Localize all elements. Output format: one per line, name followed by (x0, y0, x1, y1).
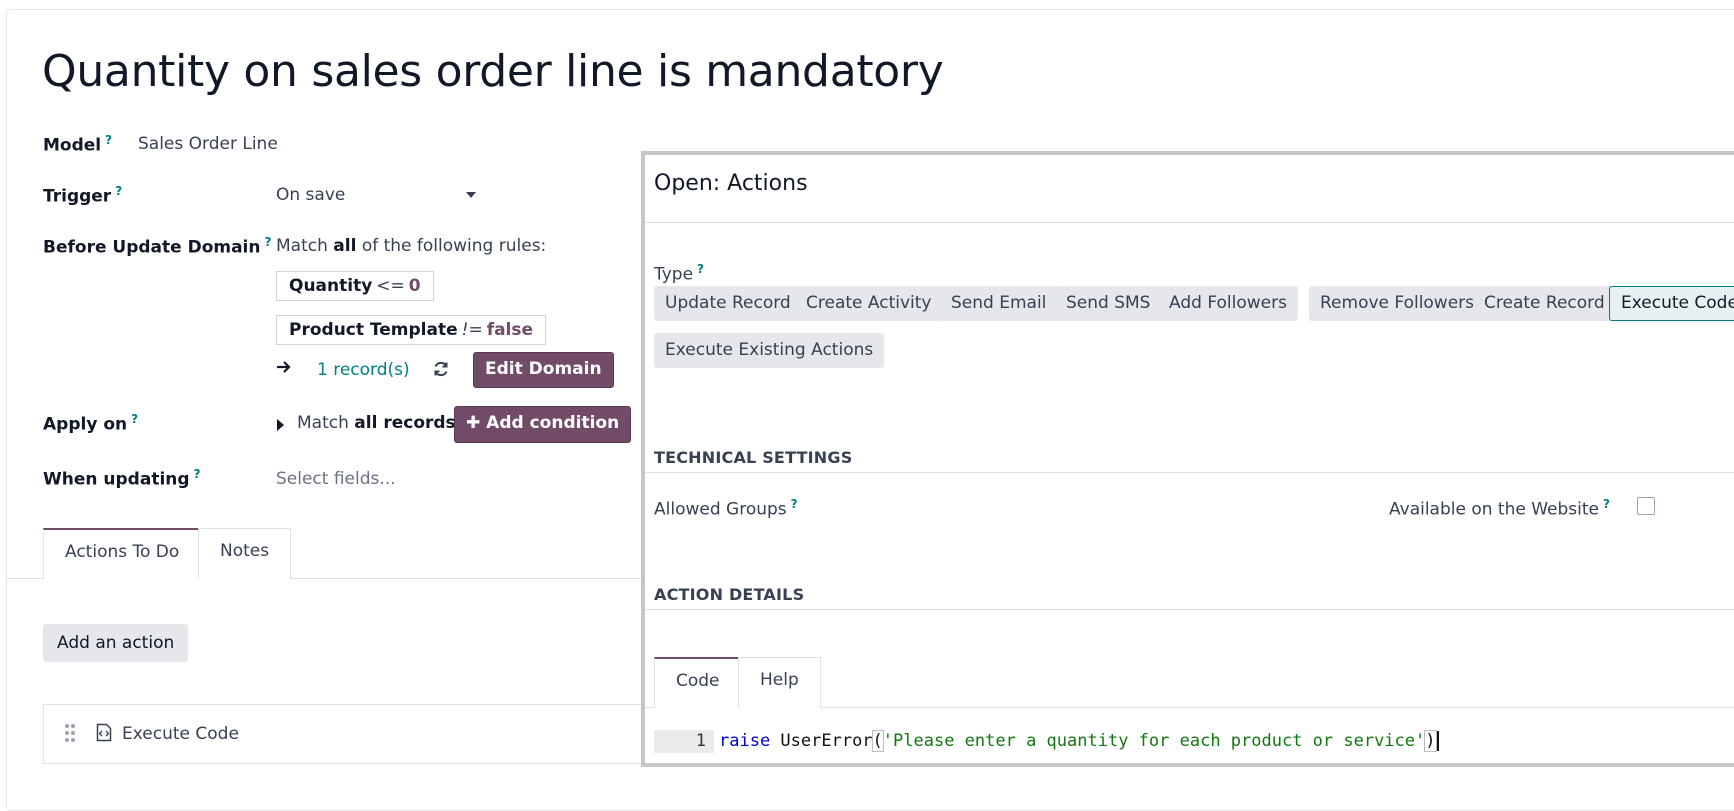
when-updating-input[interactable]: Select fields... (276, 469, 396, 489)
domain-rule[interactable]: Quantity <= 0 (276, 271, 434, 301)
allowed-groups-label: Allowed Groups? (654, 497, 798, 520)
plus-icon: ✚ (466, 413, 487, 433)
model-label: Model? (43, 133, 113, 156)
code-file-icon (96, 723, 112, 742)
technical-settings-heading: TECHNICAL SETTINGS (654, 448, 853, 467)
tab-help[interactable]: Help (738, 657, 821, 708)
domain-label: Before Update Domain? (43, 235, 272, 258)
code-line-number: 1 (654, 730, 714, 753)
tab-actions-to-do[interactable]: Actions To Do (43, 528, 202, 579)
type-update-record-button[interactable]: Update Record (654, 286, 802, 321)
help-icon[interactable]: ? (194, 467, 201, 481)
help-icon[interactable]: ? (697, 262, 704, 276)
available-website-checkbox[interactable] (1637, 497, 1655, 515)
tab-code[interactable]: Code (654, 657, 742, 708)
refresh-icon[interactable] (432, 360, 450, 378)
actions-dialog: Open: Actions Type? Update Record Create… (641, 151, 1734, 767)
code-editor[interactable]: raise UserError('Please enter a quantity… (719, 730, 1439, 752)
apply-on-match[interactable]: Match all records (297, 413, 456, 433)
dialog-header: Open: Actions (645, 155, 1734, 223)
type-send-email-button[interactable]: Send Email (940, 286, 1058, 321)
add-condition-button[interactable]: ✚ Add condition (454, 406, 632, 443)
when-updating-label: When updating? (43, 467, 201, 490)
available-website-label: Available on the Website? (1389, 497, 1610, 520)
apply-on-label: Apply on? (43, 412, 139, 435)
domain-intro: Match all of the following rules: (276, 236, 547, 256)
type-create-activity-button[interactable]: Create Activity (795, 286, 943, 321)
model-value[interactable]: Sales Order Line (138, 134, 278, 154)
tab-notes[interactable]: Notes (198, 528, 292, 579)
records-count-link[interactable]: 1 record(s) (317, 360, 410, 380)
help-icon[interactable]: ? (1603, 497, 1610, 511)
type-execute-existing-actions-button[interactable]: Execute Existing Actions (654, 333, 885, 368)
type-add-followers-button[interactable]: Add Followers (1158, 286, 1298, 321)
action-details-heading: ACTION DETAILS (654, 585, 805, 604)
action-row-label: Execute Code (122, 724, 239, 744)
section-divider (645, 609, 1734, 610)
type-label: Type? (654, 262, 705, 285)
domain-rule[interactable]: Product Template != false (276, 315, 547, 345)
help-icon[interactable]: ? (265, 235, 272, 249)
help-icon[interactable]: ? (131, 412, 138, 426)
dialog-title: Open: Actions (654, 171, 808, 196)
help-icon[interactable]: ? (791, 497, 798, 511)
trigger-select[interactable]: On save (276, 185, 345, 205)
type-remove-followers-button[interactable]: Remove Followers (1309, 286, 1486, 321)
drag-handle-icon[interactable] (64, 723, 76, 743)
type-send-sms-button[interactable]: Send SMS (1055, 286, 1162, 321)
caret-right-icon[interactable] (277, 419, 284, 431)
edit-domain-button[interactable]: Edit Domain (473, 352, 614, 388)
trigger-label: Trigger? (43, 184, 123, 207)
type-create-record-button[interactable]: Create Record (1473, 286, 1616, 321)
type-execute-code-button[interactable]: Execute Code (1609, 286, 1734, 321)
help-icon[interactable]: ? (105, 133, 112, 147)
help-icon[interactable]: ? (115, 184, 122, 198)
section-divider (645, 472, 1734, 473)
record-title[interactable]: Quantity on sales order line is mandator… (42, 46, 944, 97)
caret-down-icon[interactable] (466, 192, 476, 198)
text-cursor (1436, 731, 1439, 751)
arrow-right-icon (276, 359, 292, 375)
add-action-button[interactable]: Add an action (43, 624, 189, 662)
